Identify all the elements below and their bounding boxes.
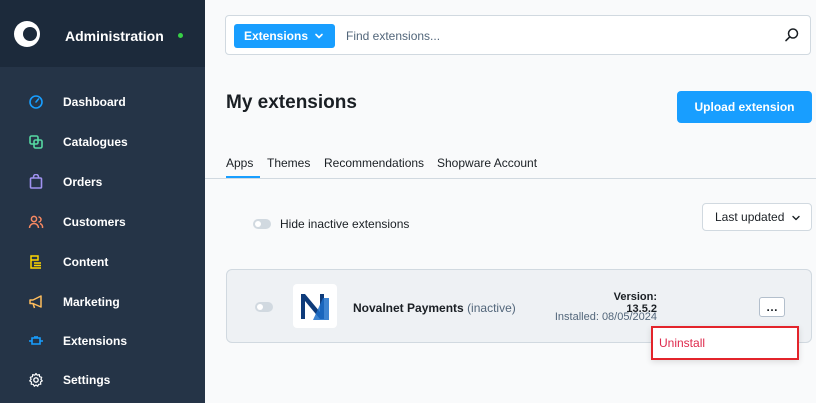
chevron-down-icon (313, 30, 325, 42)
tab-themes[interactable]: Themes (267, 156, 310, 170)
novalnet-logo (293, 284, 337, 328)
sidebar-item-label: Settings (63, 373, 111, 387)
extension-name-line: Novalnet Payments (inactive) (353, 301, 516, 315)
sidebar-item-label: Catalogues (63, 135, 128, 149)
hide-inactive-label: Hide inactive extensions (280, 217, 410, 231)
sidebar-item-label: Customers (63, 215, 126, 229)
content-icon (28, 254, 44, 270)
sidebar-item-catalogues[interactable]: Catalogues (0, 122, 205, 162)
sidebar-item-orders[interactable]: Orders (0, 162, 205, 202)
sidebar-item-extensions[interactable]: Extensions (0, 321, 205, 361)
sort-select-value: Last updated (715, 210, 785, 224)
page-title: My extensions (226, 92, 357, 113)
search-input[interactable] (346, 25, 746, 47)
context-menu: Uninstall (651, 326, 799, 360)
plug-icon (28, 333, 44, 349)
tab-shopware-account[interactable]: Shopware Account (437, 156, 537, 170)
active-tab-indicator (226, 176, 260, 178)
more-actions-button[interactable]: … (759, 297, 785, 317)
gauge-icon (28, 94, 44, 110)
online-status-dot (178, 33, 183, 38)
users-icon (28, 214, 44, 230)
tab-apps[interactable]: Apps (226, 156, 253, 170)
megaphone-icon (28, 294, 44, 310)
sidebar-item-dashboard[interactable]: Dashboard (0, 82, 205, 122)
tag-icon (28, 134, 44, 150)
extension-installed-date: Installed: 08/05/2024 (554, 311, 657, 323)
sidebar-title: Administration (65, 28, 164, 44)
sidebar-item-customers[interactable]: Customers (0, 202, 205, 242)
tab-recommendations[interactable]: Recommendations (324, 156, 424, 170)
search-icon[interactable] (784, 27, 800, 43)
extension-name: Novalnet Payments (353, 301, 464, 315)
global-search: Extensions (225, 15, 811, 55)
sidebar-item-marketing[interactable]: Marketing (0, 282, 205, 322)
search-scope-label: Extensions (244, 29, 309, 43)
sidebar-header: Administration (0, 0, 205, 67)
sidebar: Administration Dashboard Catalogues Orde… (0, 0, 205, 403)
chevron-down-icon (791, 212, 801, 222)
upload-extension-button[interactable]: Upload extension (677, 91, 812, 123)
hide-inactive-toggle[interactable] (253, 219, 271, 229)
shopware-logo[interactable] (14, 20, 40, 47)
extension-status: (inactive) (467, 301, 516, 315)
gear-icon (28, 372, 44, 388)
shopping-bag-icon (28, 174, 44, 190)
search-scope-dropdown[interactable]: Extensions (234, 24, 335, 48)
sidebar-item-label: Dashboard (63, 95, 126, 109)
sidebar-item-label: Extensions (63, 334, 128, 348)
top-bar: Extensions (205, 0, 816, 67)
extension-active-toggle[interactable] (255, 302, 273, 312)
sidebar-item-settings[interactable]: Settings (0, 360, 205, 400)
sidebar-item-content[interactable]: Content (0, 242, 205, 282)
uninstall-menu-item[interactable]: Uninstall (659, 336, 705, 350)
sidebar-item-label: Orders (63, 175, 103, 189)
sidebar-item-label: Marketing (63, 295, 120, 309)
sidebar-item-label: Content (63, 255, 109, 269)
sort-select[interactable]: Last updated (702, 203, 812, 231)
extension-tabs: Apps Themes Recommendations Shopware Acc… (205, 155, 816, 179)
